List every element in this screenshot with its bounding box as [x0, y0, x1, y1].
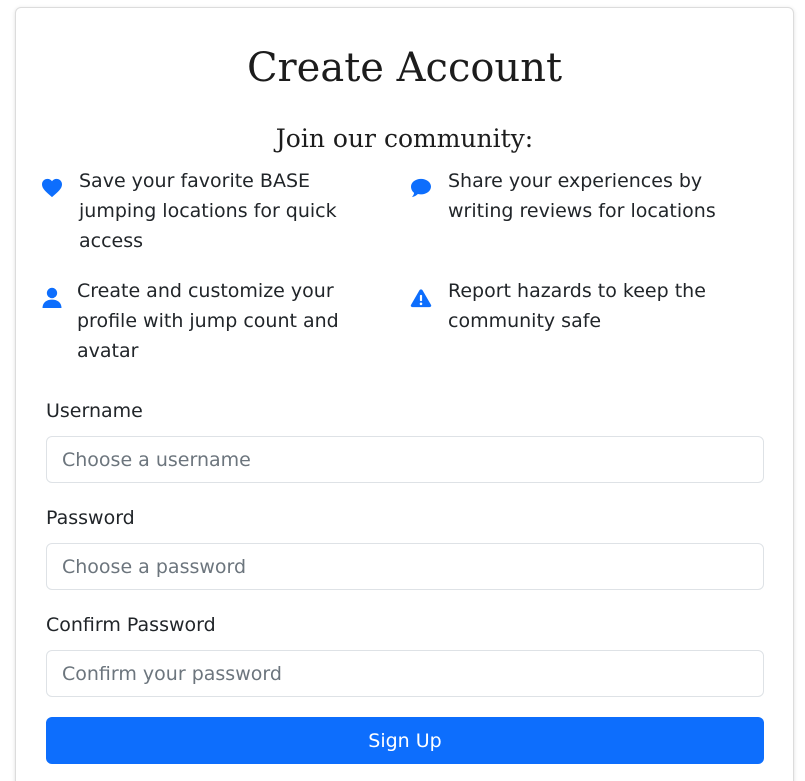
user-icon [40, 286, 64, 310]
sign-up-button[interactable]: Sign Up [46, 717, 764, 764]
feature-reviews-text: Share your experiences by writing review… [448, 170, 716, 222]
username-input[interactable] [46, 436, 764, 483]
feature-favorites: Save your favorite BASE jumping location… [40, 166, 360, 256]
password-label: Password [46, 507, 135, 529]
feature-reviews: Share your experiences by writing review… [409, 166, 739, 226]
feature-hazards-text: Report hazards to keep the community saf… [448, 280, 706, 332]
confirm-password-label: Confirm Password [46, 614, 216, 636]
page-subtitle: Join our community: [275, 124, 534, 153]
username-label: Username [46, 400, 143, 422]
feature-profile: Create and customize your profile with j… [40, 276, 360, 366]
heart-icon [40, 176, 64, 200]
feature-favorites-text: Save your favorite BASE jumping location… [79, 170, 337, 252]
page-title: Create Account [246, 45, 563, 91]
speech-bubble-icon [409, 176, 433, 200]
password-input[interactable] [46, 543, 764, 590]
confirm-password-input[interactable] [46, 650, 764, 697]
warning-triangle-icon [409, 286, 433, 310]
feature-hazards: Report hazards to keep the community saf… [409, 276, 739, 336]
feature-profile-text: Create and customize your profile with j… [77, 280, 339, 362]
